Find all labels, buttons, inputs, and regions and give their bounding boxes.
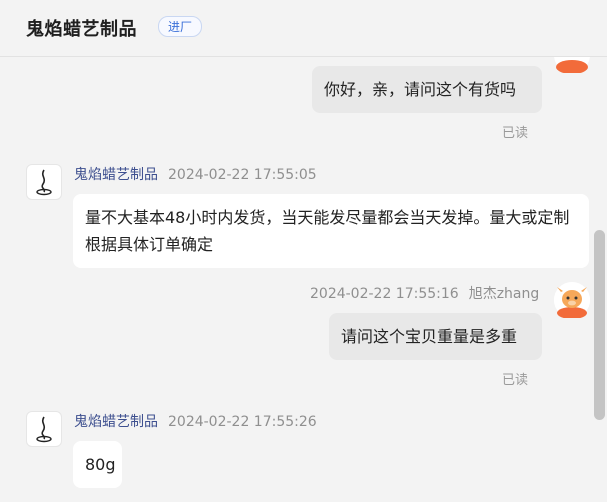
message-text: 请问这个宝贝重量是多重 [341, 327, 518, 346]
user-avatar[interactable] [554, 282, 590, 319]
message-list[interactable]: 你好，亲，请问这个有货吗 已读 鬼焰蜡艺制品 2024-02-22 17:55:0… [0, 57, 607, 502]
shop-avatar[interactable] [26, 411, 62, 447]
outgoing-message[interactable]: 你好，亲，请问这个有货吗 [312, 66, 542, 113]
cartoon-cow-avatar-icon [556, 60, 588, 74]
sender-name[interactable]: 鬼焰蜡艺制品 [74, 167, 158, 183]
shop-logo-icon [36, 416, 52, 443]
outgoing-message[interactable]: 请问这个宝贝重量是多重 [329, 313, 542, 360]
message-meta: 鬼焰蜡艺制品 2024-02-22 17:55:26 [74, 411, 317, 431]
shop-badge[interactable]: 进厂 [158, 16, 203, 37]
message-time: 2024-02-22 17:55:05 [168, 167, 317, 183]
shop-avatar[interactable] [26, 164, 62, 200]
read-status: 已读 [502, 126, 529, 141]
shop-logo-icon [36, 169, 52, 196]
message-time: 2024-02-22 17:55:16 [310, 286, 459, 302]
chat-header: 鬼焰蜡艺制品 进厂 [0, 0, 607, 57]
read-status: 已读 [502, 373, 529, 388]
scrollbar-thumb[interactable] [594, 230, 605, 420]
message-time: 2024-02-22 17:55:26 [168, 414, 317, 430]
shop-name[interactable]: 鬼焰蜡艺制品 [26, 15, 137, 41]
message-text: 量不大基本48小时内发货，当天能发尽量都会当天发掉。量大或定制根据具体订单确定 [85, 208, 570, 254]
sender-name: 旭杰zhang [468, 286, 540, 302]
message-meta: 鬼焰蜡艺制品 2024-02-22 17:55:05 [74, 164, 317, 184]
message-text: 80g [85, 455, 116, 474]
sender-name[interactable]: 鬼焰蜡艺制品 [74, 414, 158, 430]
message-meta: 2024-02-22 17:55:16 旭杰zhang [310, 283, 539, 303]
cartoon-cow-avatar-icon [554, 282, 590, 319]
incoming-message[interactable]: 量不大基本48小时内发货，当天能发尽量都会当天发掉。量大或定制根据具体订单确定 [73, 194, 589, 268]
incoming-message[interactable]: 80g [73, 441, 122, 488]
message-text: 你好，亲，请问这个有货吗 [324, 80, 517, 99]
user-avatar [554, 57, 590, 74]
